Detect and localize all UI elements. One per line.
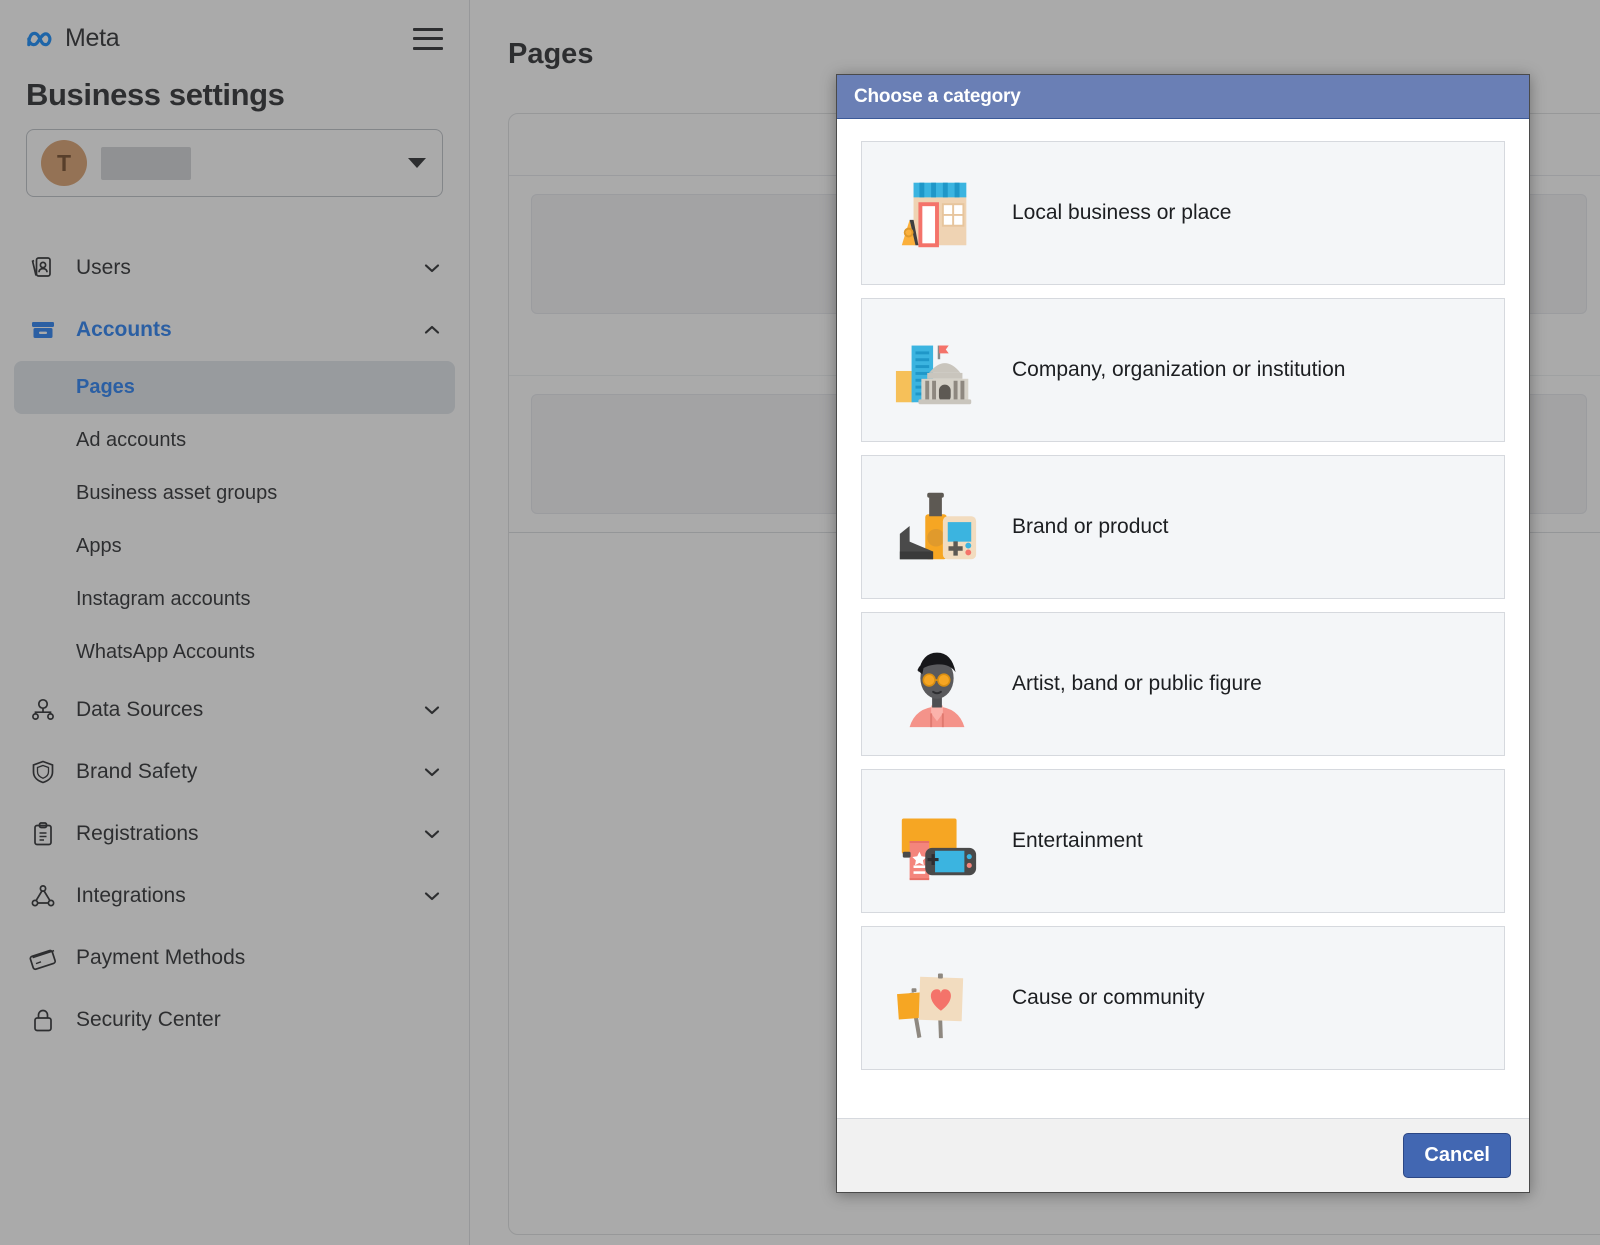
category-label: Artist, band or public figure <box>1012 672 1262 696</box>
choose-category-dialog: Choose a category <box>836 74 1530 1193</box>
category-option-cause-community[interactable]: Cause or community <box>861 926 1505 1070</box>
category-option-entertainment[interactable]: Entertainment <box>861 769 1505 913</box>
category-label: Local business or place <box>1012 201 1231 225</box>
category-label: Cause or community <box>1012 986 1205 1010</box>
category-label: Entertainment <box>1012 829 1143 853</box>
category-label: Company, organization or institution <box>1012 358 1345 382</box>
dialog-footer: Cancel <box>837 1118 1529 1192</box>
cancel-button[interactable]: Cancel <box>1403 1133 1511 1178</box>
category-label: Brand or product <box>1012 515 1168 539</box>
government-building-icon <box>862 326 1012 414</box>
protest-signs-heart-icon <box>862 954 1012 1042</box>
shoe-bottle-console-icon <box>862 483 1012 571</box>
category-option-artist[interactable]: Artist, band or public figure <box>861 612 1505 756</box>
dialog-title: Choose a category <box>854 86 1021 108</box>
category-option-brand-product[interactable]: Brand or product <box>861 455 1505 599</box>
dialog-header: Choose a category <box>837 75 1529 119</box>
dialog-body: Local business or place <box>837 119 1529 1118</box>
category-option-local-business[interactable]: Local business or place <box>861 141 1505 285</box>
storefront-icon <box>862 169 1012 257</box>
category-option-company[interactable]: Company, organization or institution <box>861 298 1505 442</box>
person-sunglasses-icon <box>862 637 1012 731</box>
ticket-screen-console-icon <box>862 797 1012 885</box>
